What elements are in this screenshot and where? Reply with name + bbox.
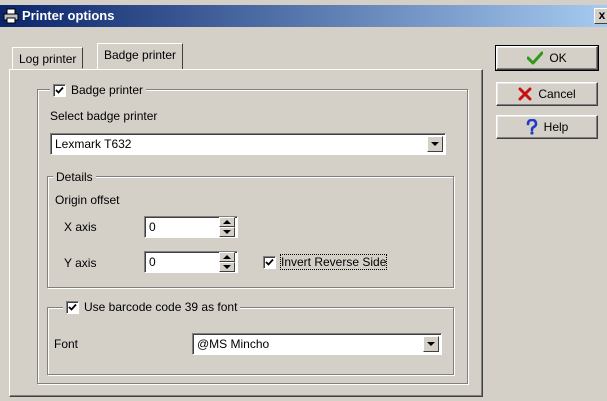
tab-log-printer[interactable]: Log printer: [12, 47, 84, 69]
y-axis-value: 0: [149, 255, 156, 269]
printer-options-window: Printer options x Log printer Badge prin…: [0, 0, 607, 401]
tab-badge-printer[interactable]: Badge printer: [97, 43, 184, 69]
chevron-down-icon[interactable]: [427, 136, 443, 152]
origin-offset-label: Origin offset: [55, 193, 120, 207]
help-button-label: Help: [543, 120, 569, 134]
checkmark-icon: [527, 51, 544, 65]
ok-button-label: OK: [549, 51, 567, 65]
invert-reverse-side-label: Invert Reverse Side: [279, 254, 388, 270]
font-select-value: @MS Mincho: [197, 337, 270, 351]
x-axis-spinner[interactable]: [219, 217, 235, 237]
spin-down-icon[interactable]: [219, 227, 235, 237]
spin-up-icon[interactable]: [219, 252, 235, 262]
badge-printer-checkbox-label: Badge printer: [71, 83, 144, 97]
printer-icon: [3, 8, 19, 24]
x-axis-value: 0: [149, 220, 156, 234]
y-axis-label: Y axis: [64, 256, 97, 270]
tab-badge-printer-label: Badge printer: [104, 48, 177, 62]
help-button[interactable]: Help: [496, 115, 598, 139]
cancel-button[interactable]: Cancel: [496, 82, 598, 106]
close-button[interactable]: x: [594, 8, 607, 24]
x-axis-input[interactable]: 0: [144, 216, 238, 238]
badge-printer-legend: Badge printer: [50, 82, 147, 98]
badge-printer-select[interactable]: Lexmark T632: [50, 133, 446, 155]
invert-reverse-side-option[interactable]: Invert Reverse Side: [260, 254, 389, 270]
ok-button[interactable]: OK: [495, 45, 599, 71]
tab-panel: Badge printer Select badge printer Lexma…: [9, 69, 483, 397]
chevron-down-icon[interactable]: [423, 336, 439, 352]
y-axis-spinner[interactable]: [219, 252, 235, 272]
y-axis-input[interactable]: 0: [144, 251, 238, 273]
select-badge-printer-label: Select badge printer: [50, 109, 158, 123]
details-legend: Details: [53, 170, 96, 184]
invert-reverse-side-checkbox[interactable]: [263, 255, 276, 269]
barcode-checkbox[interactable]: [66, 300, 79, 314]
badge-printer-checkbox[interactable]: [53, 83, 66, 97]
question-mark-icon: [526, 119, 537, 135]
barcode-checkbox-label: Use barcode code 39 as font: [84, 300, 238, 314]
window-title: Printer options: [22, 8, 115, 23]
cross-icon: [518, 87, 532, 101]
font-select[interactable]: @MS Mincho: [192, 333, 442, 355]
title-bar[interactable]: Printer options x: [0, 5, 607, 27]
x-axis-label: X axis: [64, 220, 97, 234]
barcode-legend: Use barcode code 39 as font: [63, 299, 241, 315]
badge-printer-select-value: Lexmark T632: [55, 137, 132, 151]
spin-down-icon[interactable]: [219, 262, 235, 272]
cancel-button-label: Cancel: [538, 87, 576, 101]
font-label: Font: [54, 337, 79, 351]
spin-up-icon[interactable]: [219, 217, 235, 227]
